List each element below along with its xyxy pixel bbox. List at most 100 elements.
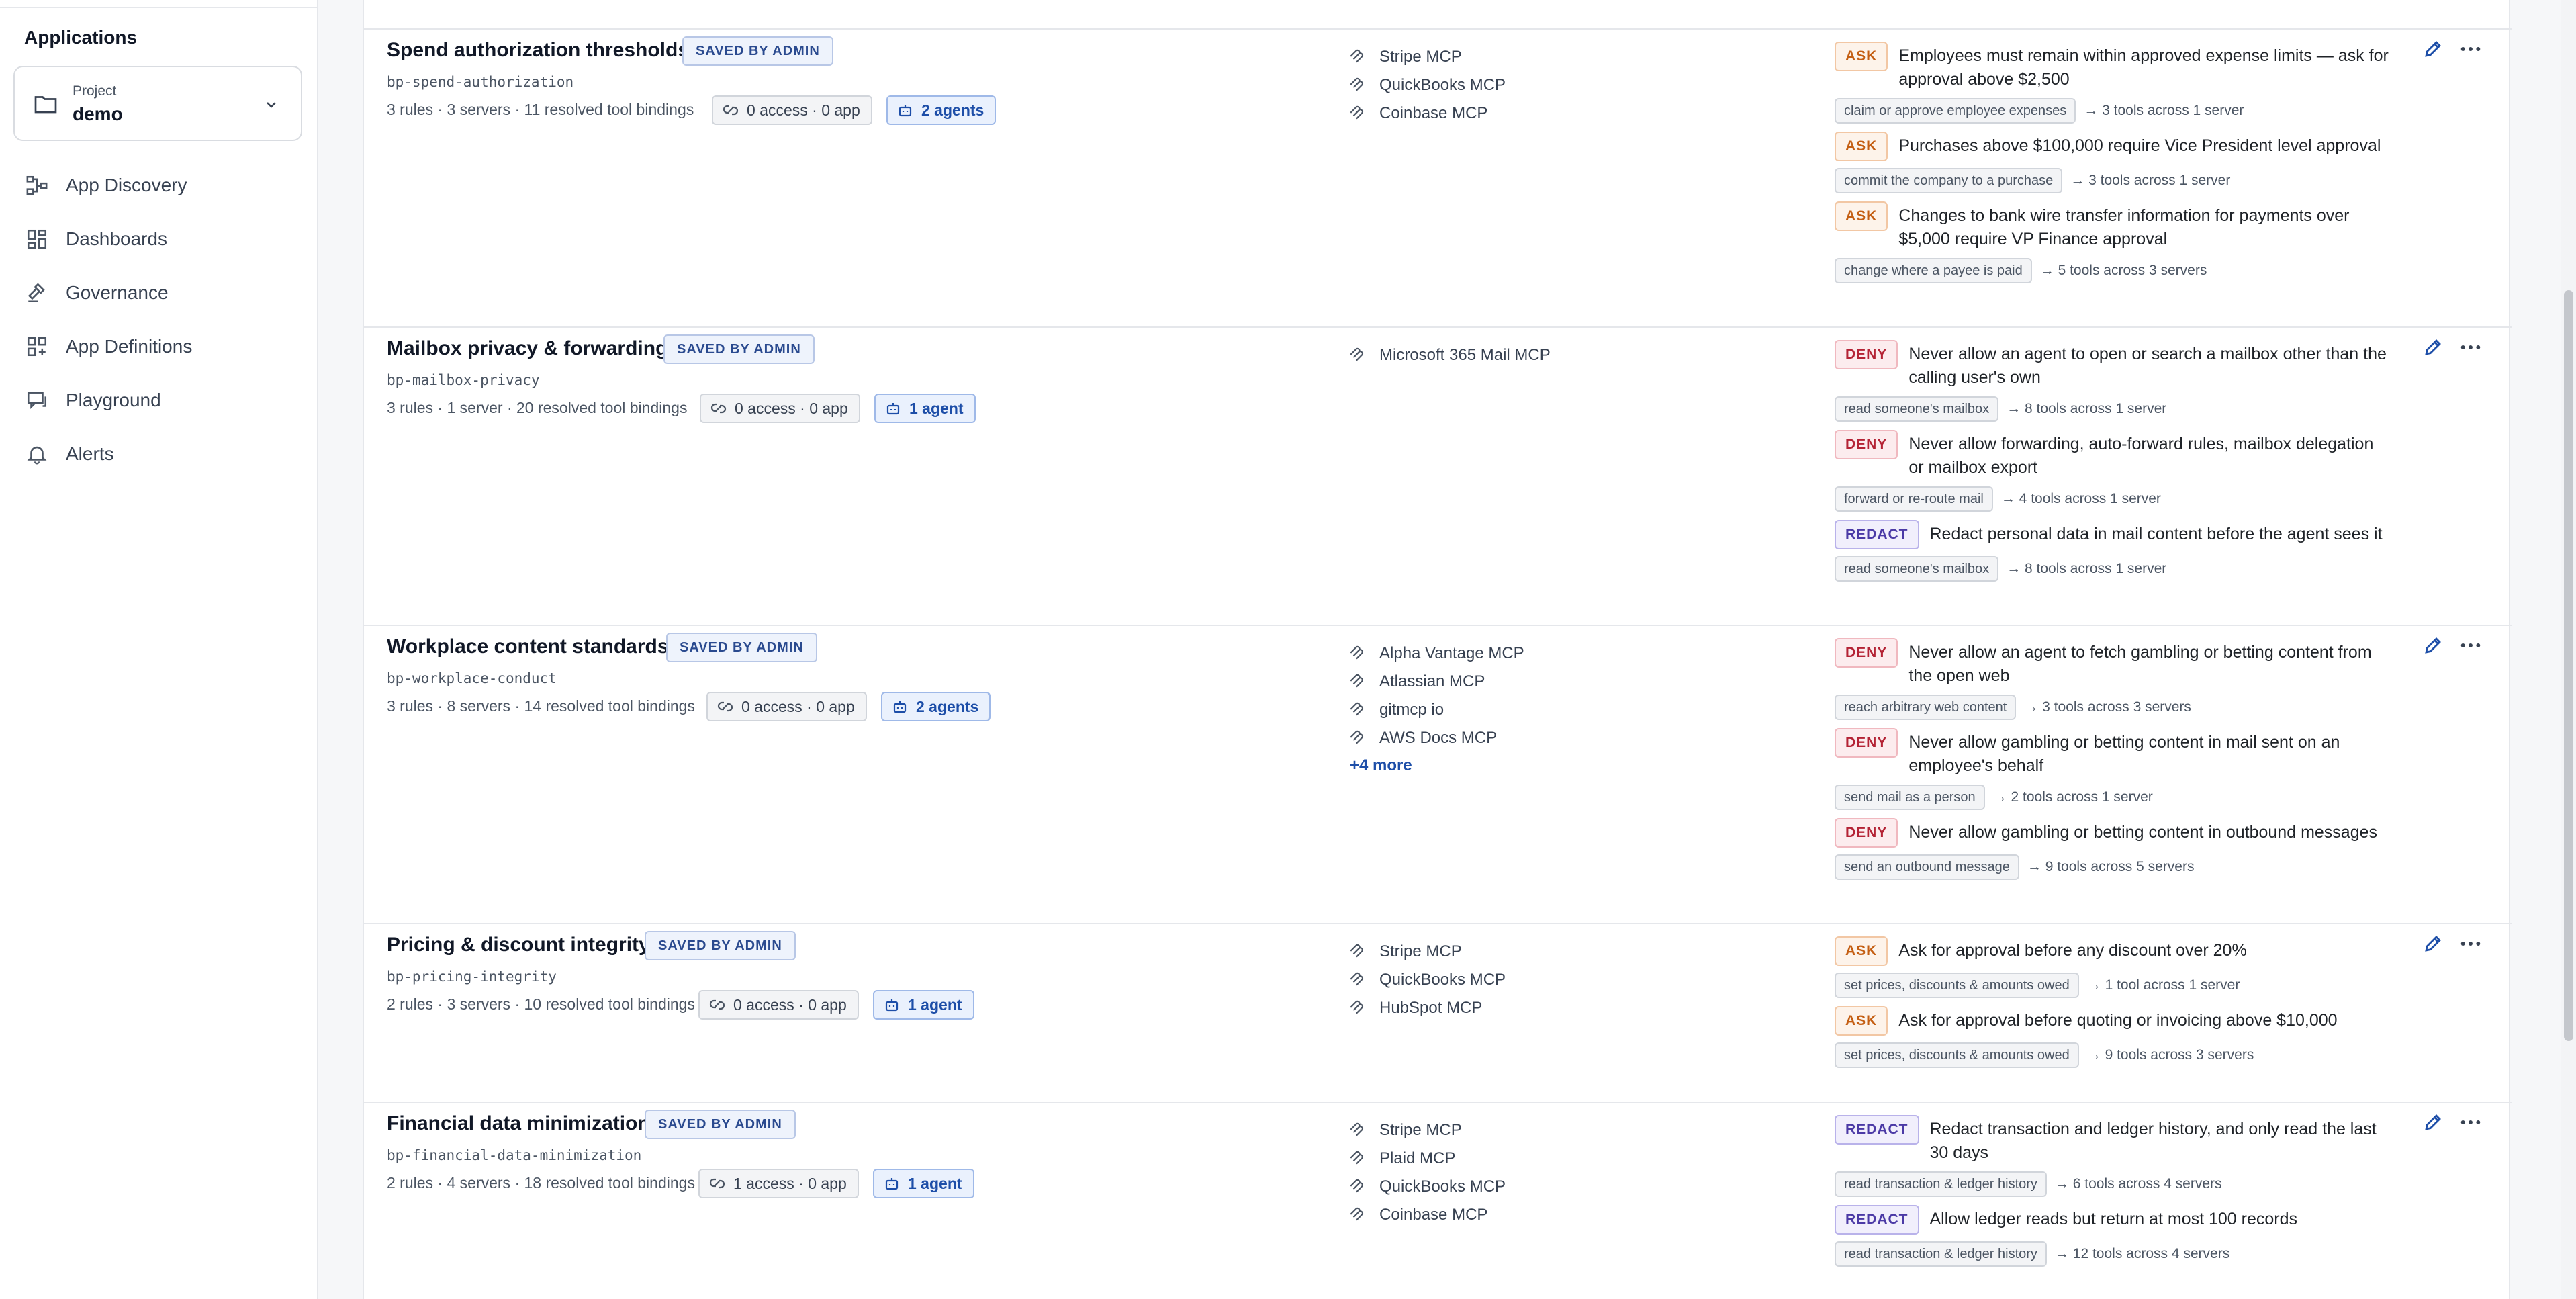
- access-pill[interactable]: 0 access · 0 app: [706, 692, 867, 721]
- gavel-icon: [28, 283, 45, 303]
- server-item: Stripe MCP: [1348, 938, 1506, 966]
- main-content: Spend authorization thresholds SAVED BY A…: [318, 0, 2576, 1299]
- server-list: Stripe MCP QuickBooks MCP HubSpot MCP: [1348, 938, 1506, 1022]
- mcp-icon: [1350, 674, 1363, 688]
- server-item: Alpha Vantage MCP: [1348, 639, 1524, 668]
- edit-icon[interactable]: [2423, 1112, 2443, 1132]
- access-pill[interactable]: 1 access · 0 app: [698, 1169, 859, 1198]
- capability-chip: send mail as a person: [1835, 785, 1985, 810]
- more-options-icon[interactable]: [2459, 39, 2482, 59]
- edit-icon[interactable]: [2423, 934, 2443, 954]
- bell-icon: [27, 446, 47, 465]
- policy-row: Pricing & discount integrity SAVED BY ADM…: [364, 923, 2512, 1102]
- capability-chip: commit the company to a purchase: [1835, 168, 2063, 193]
- policy-stats: 3 rules · 1 server · 20 resolved tool bi…: [387, 399, 688, 416]
- redact-tag: REDACT: [1835, 1205, 1919, 1235]
- policy-name[interactable]: Spend authorization thresholds: [387, 39, 689, 62]
- agents-text: 1 agent: [909, 399, 964, 417]
- sidebar-item-label: Alerts: [66, 443, 114, 464]
- server-list: Microsoft 365 Mail MCP: [1348, 341, 1551, 369]
- rule-text: Ask for approval before any discount ove…: [1898, 941, 2247, 960]
- rule-text: Never allow an agent to open or search a…: [1908, 345, 2387, 387]
- mcp-icon: [1350, 1000, 1363, 1014]
- capability-chip: read someone's mailbox: [1835, 556, 1999, 582]
- capability-chip: change where a payee is paid: [1835, 258, 2032, 283]
- mcp-icon: [1350, 1179, 1363, 1193]
- policy-slug: bp-workplace-conduct: [387, 670, 557, 686]
- redact-tag: REDACT: [1835, 520, 1919, 549]
- more-options-icon[interactable]: [2459, 337, 2482, 357]
- more-servers-link[interactable]: +4 more: [1350, 756, 1524, 775]
- mcp-icon: [1350, 972, 1363, 986]
- policy-slug: bp-spend-authorization: [387, 74, 574, 90]
- sidebar-item-alerts[interactable]: Alerts: [26, 437, 114, 471]
- edit-icon[interactable]: [2423, 635, 2443, 656]
- agents-pill[interactable]: 1 agent: [873, 1169, 974, 1198]
- edit-icon[interactable]: [2423, 337, 2443, 357]
- agents-pill[interactable]: 1 agent: [873, 990, 974, 1020]
- access-pill[interactable]: 0 access · 0 app: [698, 990, 859, 1020]
- edit-icon[interactable]: [2423, 39, 2443, 59]
- server-list: Alpha Vantage MCP Atlassian MCP gitmcp i…: [1348, 639, 1524, 775]
- rule-item: ASK Changes to bank wire transfer inform…: [1835, 201, 2392, 283]
- server-item: QuickBooks MCP: [1348, 71, 1506, 99]
- rule-item: ASK Ask for approval before any discount…: [1835, 936, 2392, 998]
- scrollbar[interactable]: [2561, 0, 2576, 1299]
- agents-text: 2 agents: [921, 101, 984, 119]
- ask-tag: ASK: [1835, 1006, 1888, 1036]
- more-options-icon[interactable]: [2459, 934, 2482, 954]
- grid-plus-icon: [27, 337, 47, 357]
- project-selector[interactable]: Project demo: [13, 66, 302, 141]
- saved-by-admin-badge: SAVED BY ADMIN: [645, 1110, 796, 1139]
- scrollbar-thumb[interactable]: [2564, 290, 2573, 1041]
- rule-list: REDACT Redact transaction and ledger his…: [1835, 1115, 2392, 1278]
- more-options-icon[interactable]: [2459, 635, 2482, 656]
- policy-stats: 3 rules · 3 servers · 11 resolved tool b…: [387, 101, 694, 118]
- bot-icon: [885, 1178, 899, 1190]
- sidebar-item-label: App Definitions: [66, 336, 193, 357]
- sidebar-item-playground[interactable]: Playground: [26, 384, 161, 417]
- sidebar-item-governance[interactable]: Governance: [26, 276, 169, 310]
- policy-name[interactable]: Mailbox privacy & forwarding: [387, 337, 668, 360]
- mcp-icon: [1350, 105, 1363, 120]
- server-item: QuickBooks MCP: [1348, 966, 1506, 994]
- rule-item: REDACT Redact transaction and ledger his…: [1835, 1115, 2392, 1197]
- tool-reach: → 5 tools across 3 servers: [2039, 263, 2207, 278]
- policy-stats: 3 rules · 8 servers · 14 resolved tool b…: [387, 697, 695, 715]
- policy-row: Mailbox privacy & forwarding SAVED BY ADM…: [364, 326, 2512, 625]
- tool-reach: → 4 tools across 1 server: [2000, 491, 2161, 506]
- chevron-down-icon: [267, 102, 276, 108]
- tool-reach: → 2 tools across 1 server: [1992, 789, 2153, 805]
- access-pill[interactable]: 0 access · 0 app: [700, 394, 860, 423]
- tool-reach: → 8 tools across 1 server: [2007, 401, 2167, 416]
- agents-text: 1 agent: [908, 995, 962, 1014]
- sidebar-item-app-definitions[interactable]: App Definitions: [26, 330, 192, 363]
- tool-reach: → 6 tools across 4 servers: [2054, 1176, 2222, 1192]
- rule-item: ASK Ask for approval before quoting or i…: [1835, 1006, 2392, 1068]
- sidebar-item-app-discovery[interactable]: App Discovery: [26, 169, 187, 202]
- policy-name[interactable]: Financial data minimization: [387, 1112, 650, 1135]
- server-name: Coinbase MCP: [1379, 104, 1488, 122]
- sidebar-item-dashboards[interactable]: Dashboards: [26, 222, 167, 256]
- policy-row: Workplace content standards SAVED BY ADMI…: [364, 625, 2512, 923]
- server-name: Stripe MCP: [1379, 942, 1462, 960]
- tool-reach: → 3 tools across 3 servers: [2024, 699, 2191, 715]
- policy-name[interactable]: Workplace content standards: [387, 635, 669, 658]
- agents-pill[interactable]: 2 agents: [881, 692, 991, 721]
- agents-pill[interactable]: 2 agents: [886, 95, 997, 125]
- rule-text: Ask for approval before quoting or invoi…: [1898, 1011, 2338, 1030]
- mcp-icon: [1350, 702, 1363, 716]
- access-pill[interactable]: 0 access · 0 app: [712, 95, 872, 125]
- chat-icon: [27, 392, 47, 409]
- rule-item: ASK Purchases above $100,000 require Vic…: [1835, 132, 2392, 193]
- ask-tag: ASK: [1835, 42, 1888, 71]
- deny-tag: DENY: [1835, 340, 1898, 369]
- more-options-icon[interactable]: [2459, 1112, 2482, 1132]
- deny-tag: DENY: [1835, 818, 1898, 848]
- rule-text: Redact personal data in mail content bef…: [1929, 525, 2383, 543]
- capability-chip: read transaction & ledger history: [1835, 1241, 2047, 1267]
- agents-pill[interactable]: 1 agent: [874, 394, 976, 423]
- link-icon: [723, 105, 739, 116]
- rule-list: DENY Never allow an agent to open or sea…: [1835, 340, 2392, 592]
- policy-name[interactable]: Pricing & discount integrity: [387, 934, 650, 956]
